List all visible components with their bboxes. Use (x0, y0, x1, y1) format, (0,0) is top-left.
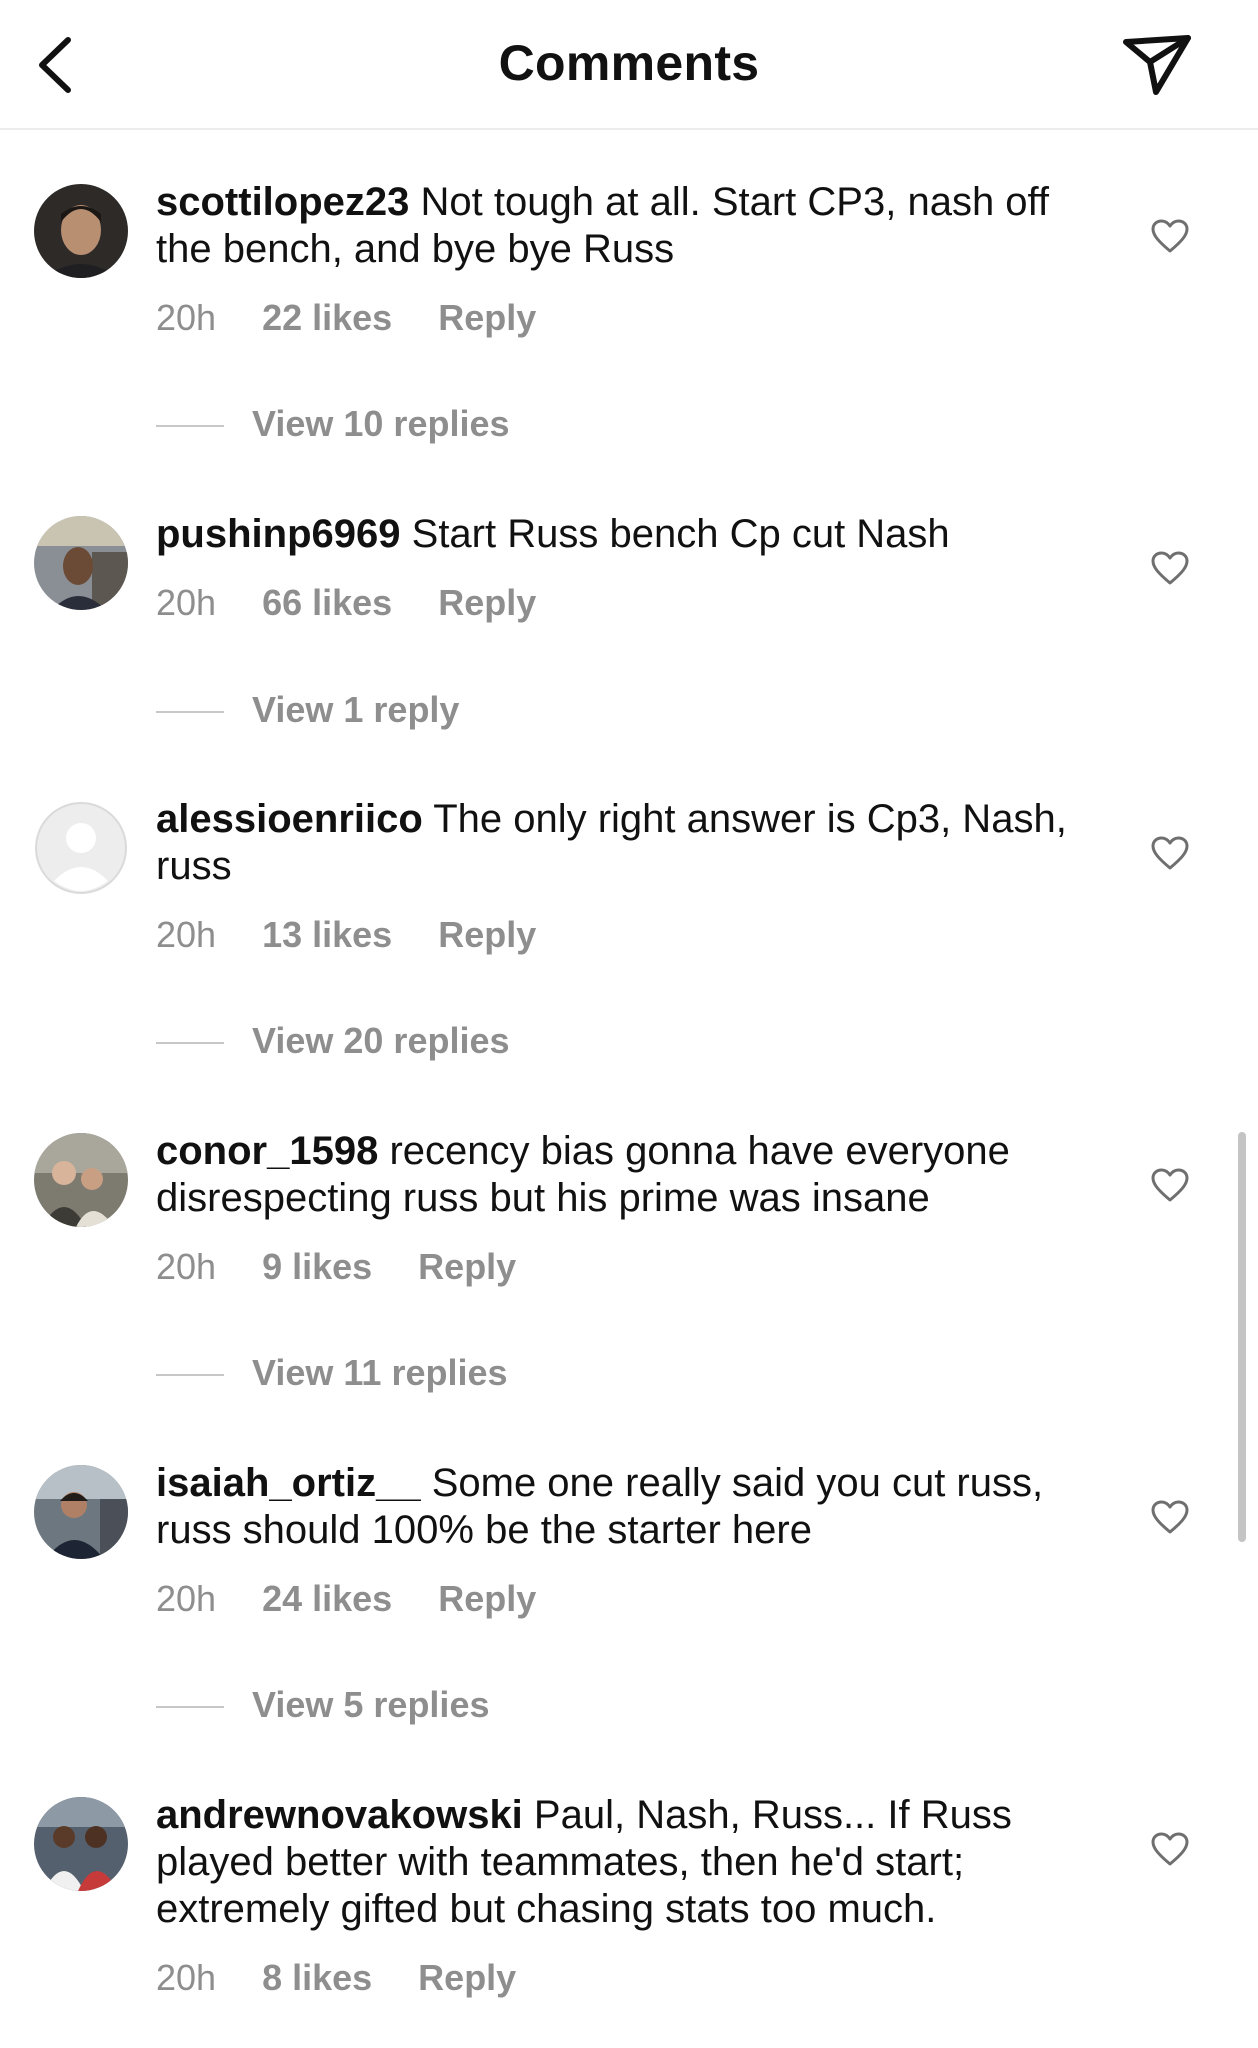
reply-button[interactable]: Reply (438, 296, 536, 340)
reply-button[interactable]: Reply (418, 1245, 516, 1289)
replies-divider (156, 1042, 224, 1045)
heart-outline-icon (1151, 1168, 1189, 1202)
view-replies-button[interactable]: View 1 reply (156, 688, 459, 732)
comment-text: pushinp6969 Start Russ bench Cp cut Nash (156, 511, 1096, 558)
view-replies-button[interactable]: View 11 replies (156, 1351, 508, 1395)
comment-time: 20h (156, 914, 217, 955)
comment-username[interactable]: conor_1598 (156, 1129, 378, 1173)
comment-meta: 20h 8 likes Reply (156, 1956, 562, 2000)
paper-plane-icon (1123, 35, 1191, 95)
reply-button[interactable]: Reply (438, 581, 536, 625)
comment-meta: 20h 9 likes Reply (156, 1245, 562, 1289)
view-replies-button[interactable]: View 10 replies (156, 402, 510, 446)
view-replies-label: View 10 replies (252, 403, 510, 444)
like-button[interactable] (1150, 218, 1190, 254)
like-button[interactable] (1150, 1167, 1190, 1203)
share-button[interactable] (1116, 30, 1196, 100)
view-replies-label: View 5 replies (252, 1684, 490, 1725)
page-title: Comments (498, 35, 760, 91)
heart-outline-icon (1151, 1832, 1189, 1866)
comment-time: 20h (156, 582, 217, 623)
replies-divider (156, 711, 224, 714)
reply-button[interactable]: Reply (438, 1577, 536, 1621)
comment-text: scottilopez23 Not tough at all. Start CP… (156, 179, 1096, 273)
comment-time: 20h (156, 1578, 217, 1619)
comment-body: Start Russ bench Cp cut Nash (411, 512, 950, 556)
comment-username[interactable]: alessioenriico (156, 797, 423, 841)
comment-meta: 20h 24 likes Reply (156, 1577, 582, 1621)
heart-outline-icon (1151, 219, 1189, 253)
likes-count[interactable]: 8 likes (262, 1956, 372, 2000)
comment-username[interactable]: isaiah_ortiz__ (156, 1461, 421, 1505)
like-button[interactable] (1150, 835, 1190, 871)
view-replies-label: View 11 replies (252, 1352, 508, 1393)
reply-button[interactable]: Reply (438, 913, 536, 957)
top-bar: Comments (0, 0, 1258, 130)
comment-username[interactable]: andrewnovakowski (156, 1793, 523, 1837)
avatar[interactable] (34, 1133, 128, 1227)
comment-username[interactable]: scottilopez23 (156, 180, 409, 224)
likes-count[interactable]: 13 likes (262, 913, 392, 957)
scrollbar[interactable] (1238, 1132, 1246, 1542)
view-replies-label: View 20 replies (252, 1020, 510, 1061)
replies-divider (156, 425, 224, 428)
reply-button[interactable]: Reply (418, 1956, 516, 2000)
comment-meta: 20h 66 likes Reply (156, 581, 582, 625)
likes-count[interactable]: 9 likes (262, 1245, 372, 1289)
avatar[interactable] (34, 1465, 128, 1559)
comment-time: 20h (156, 297, 217, 338)
avatar[interactable] (34, 1797, 128, 1891)
like-button[interactable] (1150, 550, 1190, 586)
replies-divider (156, 1374, 224, 1377)
comment-time: 20h (156, 1957, 217, 1998)
view-replies-label: View 1 reply (252, 689, 460, 730)
comment-text: andrewnovakowski Paul, Nash, Russ... If … (156, 1792, 1096, 1933)
heart-outline-icon (1151, 1500, 1189, 1534)
comment-text: conor_1598 recency bias gonna have every… (156, 1128, 1096, 1222)
comment-text: alessioenriico The only right answer is … (156, 796, 1096, 890)
view-replies-button[interactable]: View 20 replies (156, 1019, 510, 1063)
likes-count[interactable]: 22 likes (262, 296, 392, 340)
replies-divider (156, 1706, 224, 1709)
comment-username[interactable]: pushinp6969 (156, 512, 401, 556)
comment-meta: 20h 22 likes Reply (156, 296, 582, 340)
comment-text: isaiah_ortiz__ Some one really said you … (156, 1460, 1096, 1554)
like-button[interactable] (1150, 1831, 1190, 1867)
view-replies-button[interactable]: View 5 replies (156, 1683, 489, 1727)
heart-outline-icon (1151, 551, 1189, 585)
avatar[interactable] (34, 184, 128, 278)
heart-outline-icon (1151, 836, 1189, 870)
comment-time: 20h (156, 1246, 217, 1287)
likes-count[interactable]: 24 likes (262, 1577, 392, 1621)
like-button[interactable] (1150, 1499, 1190, 1535)
comment-meta: 20h 13 likes Reply (156, 913, 582, 957)
avatar[interactable] (34, 516, 128, 610)
likes-count[interactable]: 66 likes (262, 581, 392, 625)
avatar[interactable] (34, 801, 128, 895)
